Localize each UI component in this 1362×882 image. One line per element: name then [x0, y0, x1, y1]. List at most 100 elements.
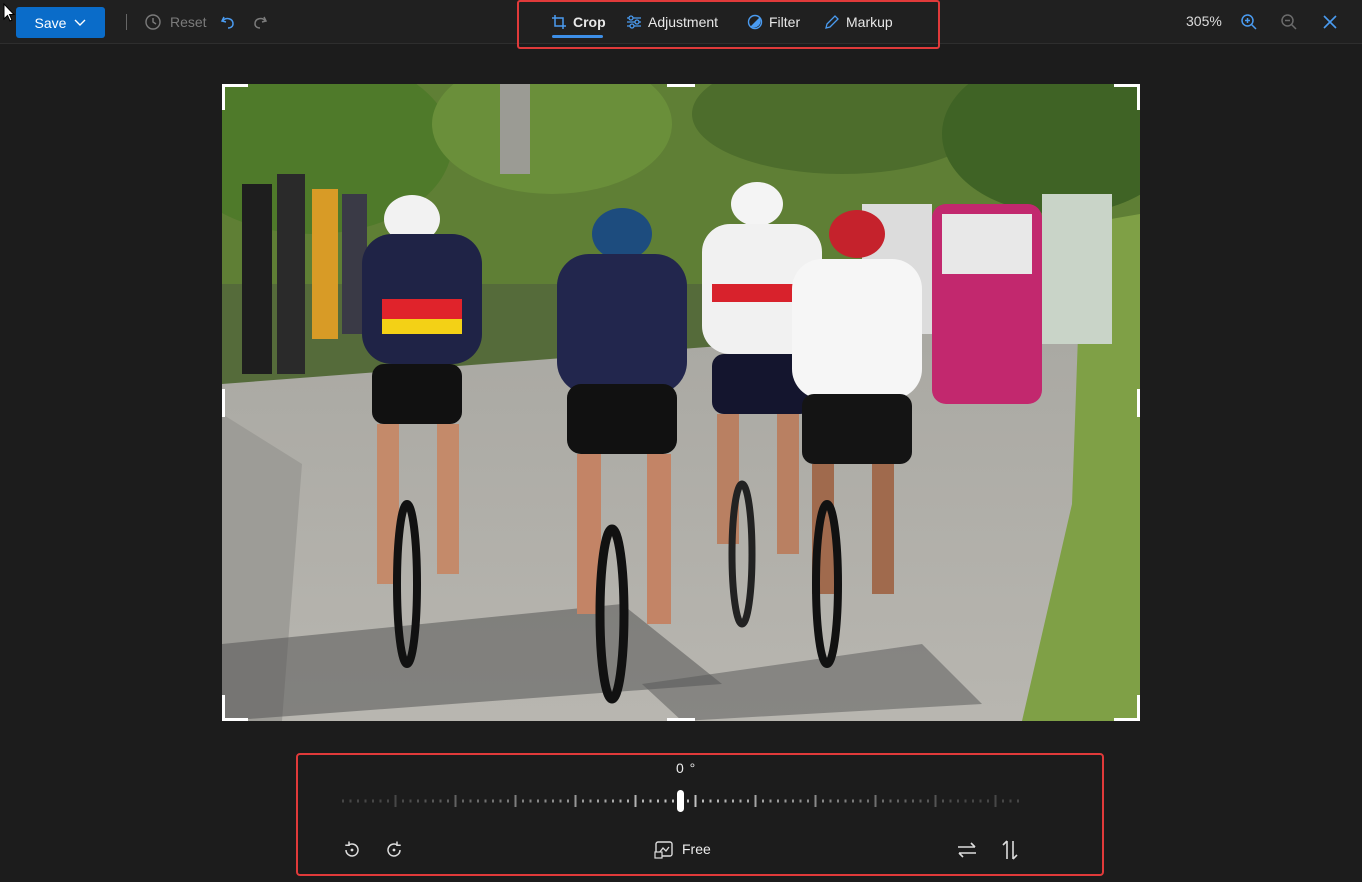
rotation-slider-tick — [964, 799, 967, 803]
rotate-left-icon — [345, 841, 359, 857]
crop-handle-bottom-left-vertical[interactable] — [222, 695, 225, 721]
reset-button[interactable]: Reset — [144, 11, 207, 33]
flip-vertical-button[interactable] — [998, 838, 1022, 862]
active-tab-indicator — [552, 35, 603, 38]
rotation-slider-tick — [454, 795, 457, 807]
close-button[interactable] — [1318, 10, 1342, 34]
tab-filter-label: Filter — [769, 14, 801, 30]
rotation-slider-tick — [582, 799, 584, 803]
mouse-cursor-icon — [3, 3, 16, 22]
rotation-slider-tick — [949, 799, 952, 803]
rotation-slider-tick — [934, 795, 937, 807]
rotation-slider-tick — [1009, 799, 1012, 803]
crop-handle-top-left[interactable] — [222, 84, 248, 87]
rotation-slider-tick — [634, 795, 637, 807]
rotation-slider-tick — [514, 795, 517, 807]
zoom-out-button[interactable] — [1277, 10, 1301, 34]
rotation-slider-tick — [447, 799, 449, 803]
crop-handle-bottom-right-vertical[interactable] — [1137, 695, 1140, 721]
rotation-slider-tick — [544, 799, 547, 803]
rotation-slider-tick — [769, 799, 772, 803]
rotation-slider-tick — [874, 795, 877, 807]
reset-label: Reset — [170, 14, 207, 30]
rotation-slider-tick — [612, 799, 614, 803]
rotate-right-button[interactable] — [382, 838, 406, 862]
rotation-slider-tick — [919, 799, 922, 803]
rotation-slider-tick — [754, 795, 757, 807]
save-button[interactable]: Save — [16, 7, 105, 38]
rotation-slider-tick — [357, 799, 359, 803]
rotation-slider-tick — [747, 799, 749, 803]
rotation-slider-tick — [829, 799, 832, 803]
rotation-slider-tick — [882, 799, 884, 803]
rotate-left-button[interactable] — [340, 838, 364, 862]
tab-adjustment[interactable]: Adjustment — [626, 10, 718, 34]
rotation-slider-tick — [574, 795, 577, 807]
rotation-slider-tick — [957, 799, 959, 803]
rotation-slider-tick — [724, 799, 727, 803]
tab-filter[interactable]: Filter — [747, 10, 800, 34]
rotation-slider-tick — [777, 799, 779, 803]
crop-handle-top-left-vertical[interactable] — [222, 84, 225, 110]
rotation-slider-tick — [469, 799, 472, 803]
zoom-out-icon — [1281, 14, 1297, 30]
rotation-slider-tick — [709, 799, 712, 803]
rotation-slider-tick — [904, 799, 907, 803]
rotation-slider-tick — [552, 799, 554, 803]
zoom-level: 305% — [1186, 13, 1222, 29]
rotation-slider-tick — [477, 799, 479, 803]
rotation-slider-tick — [522, 799, 524, 803]
rotation-slider-tick — [867, 799, 869, 803]
save-label: Save — [34, 14, 67, 31]
rotation-slider-thumb[interactable] — [677, 790, 684, 812]
crop-handle-left-edge[interactable] — [222, 389, 225, 417]
rotation-slider-tick — [567, 799, 569, 803]
redo-button[interactable] — [248, 10, 272, 34]
rotation-slider-tick — [507, 799, 509, 803]
tab-crop[interactable]: Crop — [551, 10, 606, 34]
tab-markup[interactable]: Markup — [824, 10, 893, 34]
chevron-down-icon — [74, 19, 86, 26]
rotation-slider-tick — [492, 799, 494, 803]
rotation-slider[interactable] — [336, 786, 1026, 816]
top-toolbar: Save Reset Crop Adjustment Filter Markup… — [0, 0, 1362, 49]
rotation-slider-tick — [927, 799, 929, 803]
crop-handle-top-edge[interactable] — [667, 84, 695, 87]
aspect-ratio-label: Free — [682, 841, 711, 857]
rotation-slider-tick — [889, 799, 892, 803]
rotation-slider-tick — [402, 799, 404, 803]
rotation-slider-tick — [912, 799, 914, 803]
rotation-slider-tick — [462, 799, 464, 803]
rotation-slider-tick — [417, 799, 419, 803]
rotation-slider-tick — [499, 799, 502, 803]
undo-icon — [220, 16, 234, 29]
rotation-slider-tick — [942, 799, 944, 803]
rotation-slider-tick — [994, 795, 997, 807]
rotation-slider-tick — [589, 799, 592, 803]
adjustment-sliders-icon — [627, 15, 641, 29]
filter-icon — [747, 14, 763, 30]
crop-handle-bottom-left[interactable] — [222, 718, 248, 721]
rotation-slider-tick — [484, 799, 487, 803]
crop-handle-right-edge[interactable] — [1137, 389, 1140, 417]
rotation-slider-tick — [859, 799, 862, 803]
rotation-slider-tick — [642, 799, 644, 803]
rotation-slider-tick — [822, 799, 824, 803]
rotation-slider-tick — [762, 799, 764, 803]
undo-button[interactable] — [216, 10, 240, 34]
rotation-slider-tick — [1002, 799, 1004, 803]
zoom-in-icon — [1241, 14, 1257, 30]
rotation-slider-tick — [852, 799, 854, 803]
rotation-slider-tick — [799, 799, 802, 803]
rotation-slider-tick — [739, 799, 742, 803]
photo-canvas[interactable] — [222, 84, 1140, 721]
crop-handle-bottom-edge[interactable] — [667, 718, 695, 721]
zoom-in-button[interactable] — [1237, 10, 1261, 34]
cyclists-photo — [222, 84, 1140, 721]
crop-handle-top-right-vertical[interactable] — [1137, 84, 1140, 110]
aspect-ratio-button[interactable]: Free — [654, 839, 711, 859]
rotation-slider-tick — [784, 799, 787, 803]
rotation-slider-tick — [649, 799, 652, 803]
rotation-slider-tick — [664, 799, 667, 803]
flip-horizontal-button[interactable] — [955, 838, 979, 862]
